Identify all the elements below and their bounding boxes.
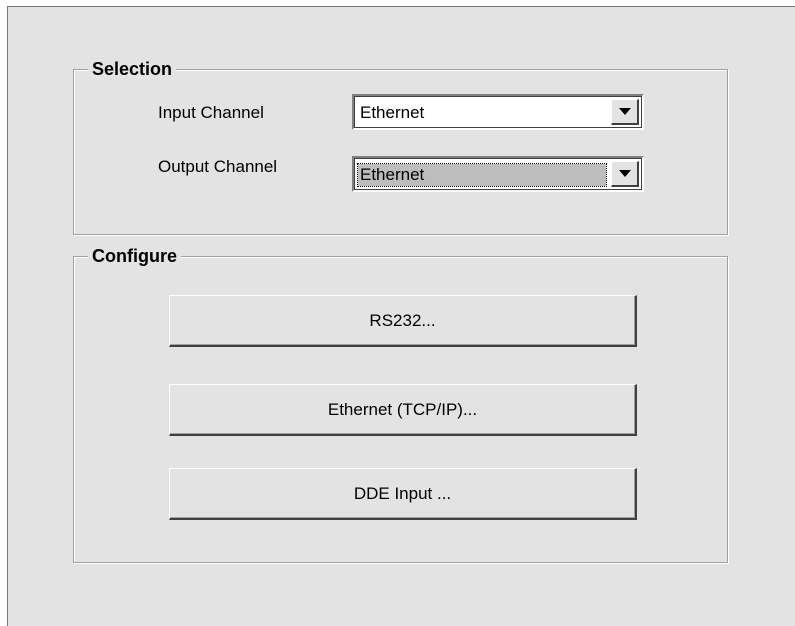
configure-group-title: Configure: [88, 245, 181, 267]
configure-group: Configure RS232... Ethernet (TCP/IP)... …: [73, 245, 728, 563]
rs232-configure-button[interactable]: RS232...: [169, 295, 637, 347]
output-channel-label: Output Channel: [158, 157, 278, 176]
channel-settings-dialog: Selection Input Channel Ethernet Output …: [7, 6, 795, 626]
output-channel-select[interactable]: Ethernet: [352, 156, 644, 192]
input-channel-label: Input Channel: [158, 103, 264, 122]
input-channel-dropdown-button[interactable]: [611, 99, 639, 125]
chevron-down-icon: [618, 170, 631, 177]
output-channel-value: Ethernet: [357, 163, 607, 187]
dde-input-configure-button[interactable]: DDE Input ...: [169, 468, 637, 520]
input-channel-select[interactable]: Ethernet: [352, 94, 644, 130]
input-channel-value: Ethernet: [360, 103, 425, 122]
output-channel-dropdown-button[interactable]: [611, 161, 639, 187]
selection-group: Selection Input Channel Ethernet Output …: [73, 58, 728, 235]
selection-group-title: Selection: [88, 58, 177, 80]
chevron-down-icon: [618, 108, 631, 115]
ethernet-configure-button[interactable]: Ethernet (TCP/IP)...: [169, 384, 637, 436]
